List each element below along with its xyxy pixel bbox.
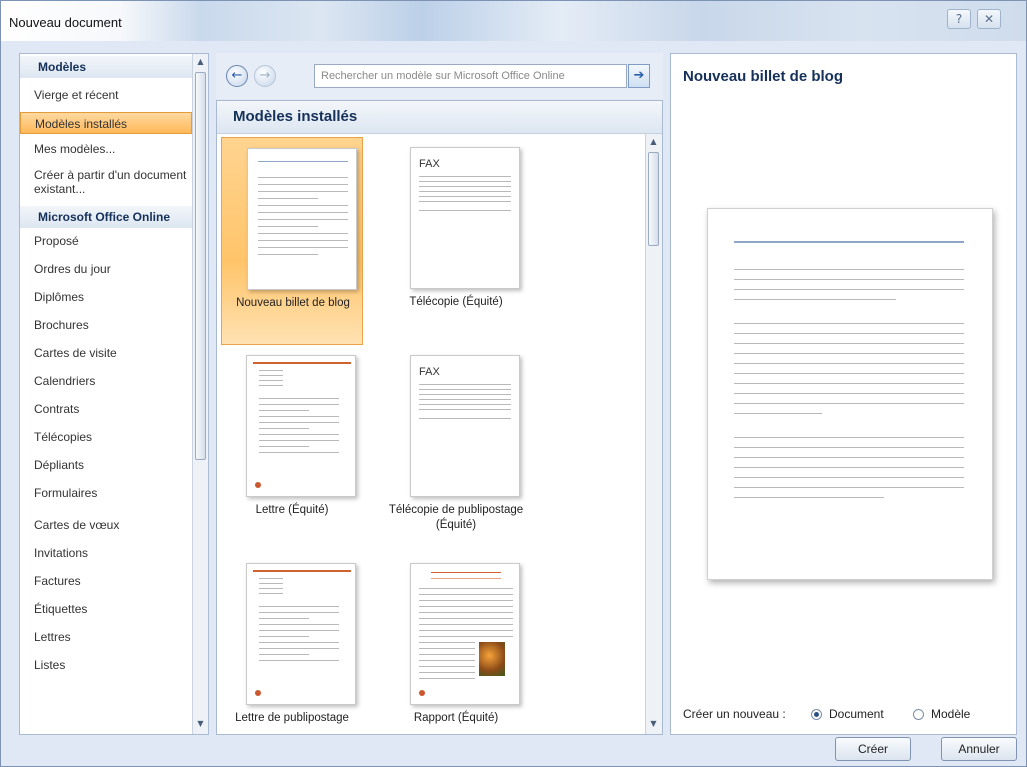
new-document-dialog: Nouveau document ? ✕ Modèles Vierge et ré… — [0, 0, 1027, 767]
sidebar-item[interactable]: Ordres du jour — [20, 258, 192, 280]
sidebar-item[interactable]: Vierge et récent — [20, 84, 192, 106]
scroll-down-arrow[interactable]: ▼ — [646, 716, 661, 732]
title-bar: Nouveau document ? ✕ — [1, 1, 1026, 41]
template-tile-label: Lettre de publipostage — [235, 712, 349, 724]
sidebar-item[interactable]: Formulaires — [20, 482, 192, 504]
template-tile[interactable]: Lettre (Équité) — [221, 345, 363, 553]
category-scrollbar[interactable]: ▲ ▼ — [192, 54, 208, 734]
sidebar-item[interactable]: Diplômes — [20, 286, 192, 308]
search-toolbar: ← → Rechercher un modèle sur Microsoft O… — [216, 53, 663, 99]
template-tile-label: Télécopie (Équité) — [409, 296, 503, 308]
fax-title-text: FAX — [419, 366, 440, 378]
template-radio-label[interactable]: Modèle — [931, 707, 970, 721]
document-radio-label[interactable]: Document — [829, 707, 884, 721]
template-tile[interactable]: FAX Télécopie (Équité) — [385, 137, 527, 345]
sidebar-item[interactable]: Étiquettes — [20, 598, 192, 620]
template-tile-label: Télécopie de publipostage (Équité) — [388, 504, 524, 531]
sidebar-item[interactable]: Factures — [20, 570, 192, 592]
templates-scroll-track[interactable]: ▲ ▼ — [646, 134, 662, 734]
window-title: Nouveau document — [9, 15, 122, 30]
sidebar-item[interactable]: Invitations — [20, 542, 192, 564]
template-thumbnail — [410, 563, 520, 705]
document-radio[interactable] — [811, 709, 822, 720]
template-thumbnail — [247, 148, 357, 290]
forward-button[interactable]: → — [254, 65, 276, 87]
templates-header: Modèles installés — [217, 101, 662, 134]
document-preview — [707, 208, 993, 580]
template-tile-label: Rapport (Équité) — [413, 712, 499, 724]
template-tile-label: Nouveau billet de blog — [236, 297, 350, 309]
scroll-up-arrow[interactable]: ▲ — [646, 134, 661, 150]
create-new-label: Créer un nouveau : — [683, 707, 786, 721]
template-tile[interactable]: Nouveau billet de blog — [221, 137, 363, 345]
sidebar-item[interactable]: Lettres — [20, 626, 192, 648]
sidebar-item[interactable]: Dépliants — [20, 454, 192, 476]
template-radio[interactable] — [913, 709, 924, 720]
sidebar-item[interactable]: Calendriers — [20, 370, 192, 392]
scroll-down-arrow[interactable]: ▼ — [193, 716, 208, 732]
close-button[interactable]: ✕ — [977, 9, 1001, 29]
template-thumbnail: FAX — [410, 147, 520, 289]
sidebar-item[interactable]: Listes — [20, 654, 192, 676]
templates-panel: Modèles installés Nouveau billet de blog… — [216, 100, 663, 735]
scroll-up-arrow[interactable]: ▲ — [193, 54, 208, 70]
sidebar-item[interactable]: Mes modèles... — [20, 138, 192, 160]
sidebar-item[interactable]: Brochures — [20, 314, 192, 336]
template-thumbnail — [246, 563, 356, 705]
create-new-row: Créer un nouveau : Document Modèle — [683, 706, 1013, 724]
templates-scrollbar[interactable]: ▲ ▼ — [645, 134, 662, 734]
sidebar-item[interactable]: Proposé — [20, 230, 192, 252]
search-go-button[interactable]: ➔ — [628, 64, 650, 88]
template-tile-label: Lettre (Équité) — [255, 504, 329, 516]
scroll-thumb[interactable] — [195, 72, 206, 460]
back-button[interactable]: ← — [226, 65, 248, 87]
sidebar-item[interactable]: Cartes de visite — [20, 342, 192, 364]
fax-title-text: FAX — [419, 158, 440, 170]
templates-heading: Modèles installés — [233, 108, 358, 125]
sidebar-section-header: Microsoft Office Online — [20, 206, 192, 228]
template-search-input[interactable]: Rechercher un modèle sur Microsoft Offic… — [314, 64, 627, 88]
sidebar-item[interactable]: Contrats — [20, 398, 192, 420]
preview-title: Nouveau billet de blog — [683, 68, 844, 85]
preview-panel: Nouveau billet de blog Créer un nouveau … — [670, 53, 1017, 735]
template-thumbnail — [246, 355, 356, 497]
scroll-thumb[interactable] — [648, 152, 659, 246]
template-thumbnail: FAX — [410, 355, 520, 497]
sidebar-item[interactable]: Modèles installés — [20, 112, 192, 134]
template-tile[interactable]: Lettre de publipostage — [221, 553, 363, 761]
create-button[interactable]: Créer — [835, 737, 911, 761]
category-list: Modèles Vierge et récent Modèles installés… — [20, 54, 192, 734]
template-tile[interactable]: FAX Télécopie de publipostage (Équité) — [385, 345, 527, 553]
sidebar-item[interactable]: Télécopies — [20, 426, 192, 448]
template-tile[interactable]: Rapport (Équité) — [385, 553, 527, 761]
sidebar-section-header: Modèles — [20, 56, 192, 78]
cancel-button[interactable]: Annuler — [941, 737, 1017, 761]
sidebar-item[interactable]: Cartes de vœux — [20, 514, 192, 536]
help-button[interactable]: ? — [947, 9, 971, 29]
sidebar-item[interactable]: Créer à partir d'un document existant... — [20, 164, 192, 200]
template-category-panel: Modèles Vierge et récent Modèles installés… — [19, 53, 209, 735]
